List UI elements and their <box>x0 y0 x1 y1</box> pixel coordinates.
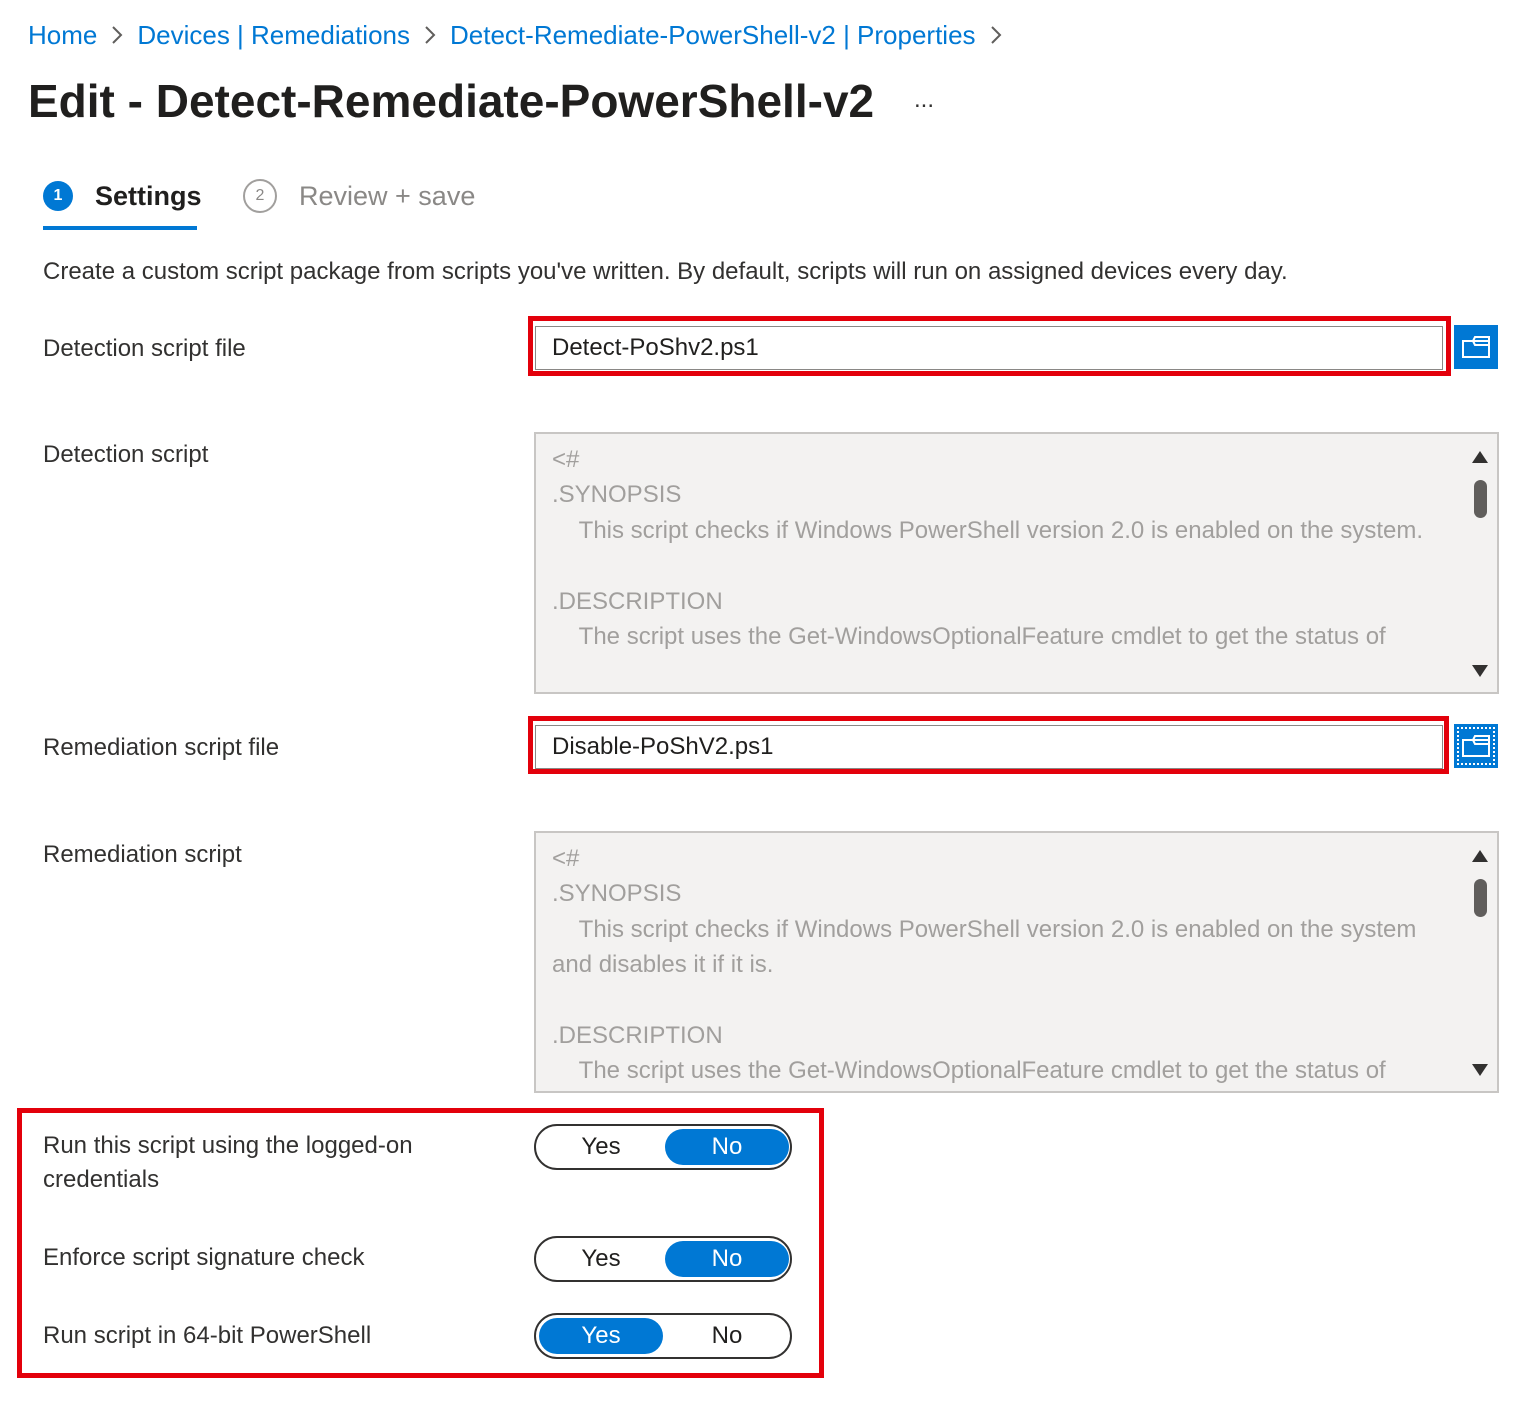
folder-icon <box>1462 336 1490 358</box>
detection-script-scrollbar[interactable] <box>1463 434 1497 692</box>
triangle-down-icon[interactable] <box>1471 664 1489 678</box>
chevron-right-icon <box>111 25 123 45</box>
breadcrumb-properties-link[interactable]: Detect-Remediate-PowerShell-v2 | Propert… <box>450 20 976 51</box>
tab-settings-label: Settings <box>95 180 202 211</box>
triangle-up-icon[interactable] <box>1471 450 1489 464</box>
detection-script-content: <# .SYNOPSIS This script checks if Windo… <box>552 446 1424 651</box>
scroll-thumb[interactable] <box>1474 879 1487 917</box>
triangle-down-icon[interactable] <box>1471 1063 1489 1077</box>
remediation-script-content: <# .SYNOPSIS This script checks if Windo… <box>552 845 1417 1085</box>
run-64-bit-toggle: Yes No <box>534 1313 792 1359</box>
chevron-right-icon <box>424 25 436 45</box>
tab-review-save[interactable]: 2 Review + save <box>243 176 475 216</box>
toggle-no-option[interactable]: No <box>665 1318 789 1354</box>
detection-script-label: Detection script <box>43 441 209 468</box>
tab-review-save-label: Review + save <box>299 180 476 211</box>
folder-icon <box>1462 735 1490 757</box>
chevron-right-icon <box>990 25 1002 45</box>
detection-file-label: Detection script file <box>43 335 246 362</box>
scroll-thumb[interactable] <box>1474 480 1487 518</box>
remediation-script-scrollbar[interactable] <box>1463 833 1497 1091</box>
detection-browse-button[interactable] <box>1454 325 1498 369</box>
toggle-yes-option[interactable]: Yes <box>539 1318 663 1354</box>
detection-script-textarea[interactable]: <# .SYNOPSIS This script checks if Windo… <box>534 432 1499 694</box>
detection-file-field[interactable]: Detect-PoShv2.ps1 <box>535 326 1443 370</box>
remediation-script-textarea[interactable]: <# .SYNOPSIS This script checks if Windo… <box>534 831 1499 1093</box>
breadcrumb: Home Devices | Remediations Detect-Remed… <box>28 16 1016 54</box>
logged-on-credentials-label: Run this script using the logged-on cred… <box>43 1132 413 1193</box>
breadcrumb-remediations-link[interactable]: Devices | Remediations <box>137 20 410 51</box>
remediation-browse-button[interactable] <box>1454 724 1498 768</box>
signature-check-label: Enforce script signature check <box>43 1244 365 1271</box>
remediation-script-label: Remediation script <box>43 841 242 868</box>
logged-on-credentials-toggle: Yes No <box>534 1124 792 1170</box>
step-number-badge: 1 <box>43 181 73 211</box>
run-64-bit-label: Run script in 64-bit PowerShell <box>43 1322 372 1349</box>
breadcrumb-home-link[interactable]: Home <box>28 20 97 51</box>
tab-settings[interactable]: 1 Settings <box>43 176 202 216</box>
signature-check-toggle: Yes No <box>534 1236 792 1282</box>
toggle-yes-option[interactable]: Yes <box>539 1241 663 1277</box>
active-tab-indicator <box>43 226 197 230</box>
toggle-no-option[interactable]: No <box>665 1129 789 1165</box>
remediation-file-field[interactable]: Disable-PoShV2.ps1 <box>535 725 1443 769</box>
toggle-no-option[interactable]: No <box>665 1241 789 1277</box>
page-title: Edit - Detect-Remediate-PowerShell-v2 <box>28 75 875 127</box>
page-description: Create a custom script package from scri… <box>43 258 1288 285</box>
more-options-button[interactable]: ... <box>904 82 944 118</box>
remediation-file-label: Remediation script file <box>43 734 280 761</box>
step-number-badge: 2 <box>243 179 277 213</box>
toggle-yes-option[interactable]: Yes <box>539 1129 663 1165</box>
triangle-up-icon[interactable] <box>1471 849 1489 863</box>
